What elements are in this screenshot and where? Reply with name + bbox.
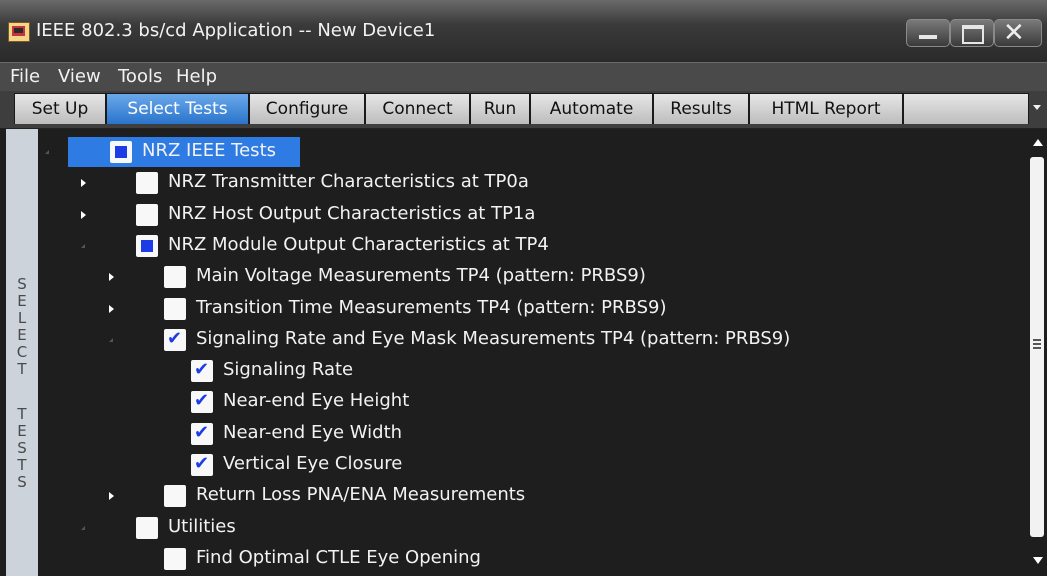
expand-arrow-icon[interactable]: [106, 481, 118, 511]
test-checkbox[interactable]: [191, 422, 213, 445]
expand-arrow-icon[interactable]: [106, 262, 118, 292]
tree-item-label: Find Optimal CTLE Eye Opening: [196, 546, 481, 568]
tree-row[interactable]: Find Optimal CTLE Eye Opening: [38, 544, 1028, 574]
close-icon: ✕: [1003, 18, 1025, 48]
tree-row[interactable]: Near-end Eye Width: [38, 419, 1028, 449]
tree-item-label: Transition Time Measurements TP4 (patter…: [196, 296, 667, 318]
window-title: IEEE 802.3 bs/cd Application -- New Devi…: [36, 20, 436, 41]
side-label-letter: S: [17, 275, 27, 293]
tree-row[interactable]: NRZ Transmitter Characteristics at TP0a: [38, 168, 1028, 198]
tab-bar-filler: [903, 93, 1029, 124]
collapse-arrow-icon[interactable]: [42, 137, 54, 167]
test-checkbox[interactable]: [164, 266, 186, 289]
tab-results[interactable]: Results: [653, 93, 749, 124]
expand-arrow-icon[interactable]: [78, 200, 90, 230]
tab-bar: Set Up Select Tests Configure Connect Ru…: [0, 91, 1047, 129]
tree-item-label: NRZ Module Output Characteristics at TP4: [168, 233, 549, 255]
collapse-arrow-icon[interactable]: [78, 231, 90, 261]
tree-row[interactable]: Vertical Eye Closure: [38, 450, 1028, 480]
tab-connect[interactable]: Connect: [365, 93, 470, 124]
side-label-letter: T: [17, 456, 27, 474]
test-checkbox[interactable]: [136, 203, 158, 226]
tree-item-label: Signaling Rate: [223, 359, 354, 381]
tab-select-tests[interactable]: Select Tests: [106, 93, 249, 124]
side-label-letter: S: [17, 473, 27, 491]
tab-html-report[interactable]: HTML Report: [749, 93, 903, 124]
side-label-letter: T: [17, 405, 27, 423]
tree-item-label: NRZ Host Output Characteristics at TP1a: [168, 202, 536, 224]
app-window: IEEE 802.3 bs/cd Application -- New Devi…: [0, 0, 1047, 576]
tab-automate[interactable]: Automate: [530, 93, 653, 124]
test-checkbox[interactable]: [191, 359, 213, 383]
tree-row[interactable]: Utilities: [38, 513, 1028, 543]
tree-row[interactable]: NRZ Host Output Characteristics at TP1a: [38, 200, 1028, 230]
close-button[interactable]: ✕: [994, 18, 1042, 48]
tree-item-label: Near-end Eye Height: [223, 390, 410, 412]
side-label-letter: E: [17, 326, 27, 344]
tab-overflow-icon[interactable]: [1033, 105, 1041, 110]
tree-row[interactable]: Main Voltage Measurements TP4 (pattern: …: [38, 262, 1028, 292]
tree-item-label: NRZ IEEE Tests: [142, 140, 276, 161]
tree-item-label: Main Voltage Measurements TP4 (pattern: …: [196, 265, 646, 287]
side-label-letter: L: [17, 309, 27, 327]
tree-item-label: Vertical Eye Closure: [223, 453, 403, 474]
side-label-letter: E: [17, 292, 27, 310]
side-label-letter: C: [16, 343, 28, 361]
menu-bar: File View Tools Help: [0, 62, 1047, 91]
tab-run[interactable]: Run: [470, 93, 530, 124]
tree-row[interactable]: NRZ Module Output Characteristics at TP4: [38, 231, 1028, 261]
collapse-arrow-icon[interactable]: [106, 325, 118, 355]
menu-file[interactable]: File: [10, 66, 40, 88]
tree-item-label: Near-end Eye Width: [223, 421, 403, 443]
app-icon: [8, 22, 30, 42]
collapse-arrow-icon[interactable]: [78, 513, 90, 543]
tree-row[interactable]: Signaling Rate and Eye Mask Measurements…: [38, 325, 1028, 355]
expand-arrow-icon[interactable]: [78, 168, 90, 198]
grip-line: [1033, 339, 1041, 341]
minimize-button[interactable]: [906, 19, 950, 47]
test-checkbox[interactable]: [164, 297, 186, 320]
maximize-button[interactable]: [950, 19, 994, 47]
tree-item-label: NRZ Transmitter Characteristics at TP0a: [168, 171, 529, 193]
tree-row[interactable]: Near-end Eye Height: [38, 387, 1028, 417]
menu-help[interactable]: Help: [176, 66, 217, 88]
scroll-down-icon[interactable]: [1033, 557, 1043, 564]
grip-line: [1033, 347, 1041, 349]
test-checkbox[interactable]: [164, 328, 186, 351]
content-area: SELECTTESTS NRZ IEEE Tests NRZ Transmitte…: [0, 129, 1047, 576]
tree-item-label: Signaling Rate and Eye Mask Measurements…: [196, 327, 791, 349]
tree-row[interactable]: Transition Time Measurements TP4 (patter…: [38, 294, 1028, 324]
scroll-thumb[interactable]: [1030, 157, 1044, 537]
tree-row[interactable]: Signaling Rate: [38, 356, 1028, 386]
side-panel-label[interactable]: SELECTTESTS: [6, 129, 39, 576]
tree-row[interactable]: NRZ IEEE Tests: [38, 137, 1028, 167]
title-bar: IEEE 802.3 bs/cd Application -- New Devi…: [0, 0, 1047, 62]
tree-item-label: Return Loss PNA/ENA Measurements: [196, 484, 526, 506]
scroll-up-icon[interactable]: [1033, 139, 1043, 146]
test-checkbox[interactable]: [164, 485, 186, 508]
test-checkbox[interactable]: [164, 547, 186, 570]
maximize-icon: [962, 25, 984, 44]
menu-view[interactable]: View: [58, 66, 101, 88]
tab-set-up[interactable]: Set Up: [14, 93, 106, 124]
tree-row[interactable]: Return Loss PNA/ENA Measurements: [38, 481, 1028, 511]
test-checkbox[interactable]: [136, 172, 158, 195]
side-label-letter: T: [17, 360, 27, 378]
test-checkbox[interactable]: [136, 516, 158, 539]
expand-arrow-icon[interactable]: [106, 294, 118, 324]
vertical-scrollbar[interactable]: [1028, 129, 1047, 576]
tree-item-label: Utilities: [168, 515, 236, 537]
test-checkbox[interactable]: [191, 390, 213, 414]
side-label-letter: S: [17, 439, 27, 457]
menu-tools[interactable]: Tools: [118, 66, 162, 88]
test-checkbox[interactable]: [110, 141, 132, 163]
side-label-letter: E: [17, 422, 27, 440]
minimize-icon: [919, 35, 937, 39]
test-checkbox[interactable]: [191, 453, 213, 476]
test-checkbox[interactable]: [136, 234, 158, 257]
tab-configure[interactable]: Configure: [249, 93, 365, 124]
grip-line: [1033, 343, 1041, 345]
test-tree: NRZ IEEE Tests NRZ Transmitter Characteri…: [38, 129, 1028, 576]
